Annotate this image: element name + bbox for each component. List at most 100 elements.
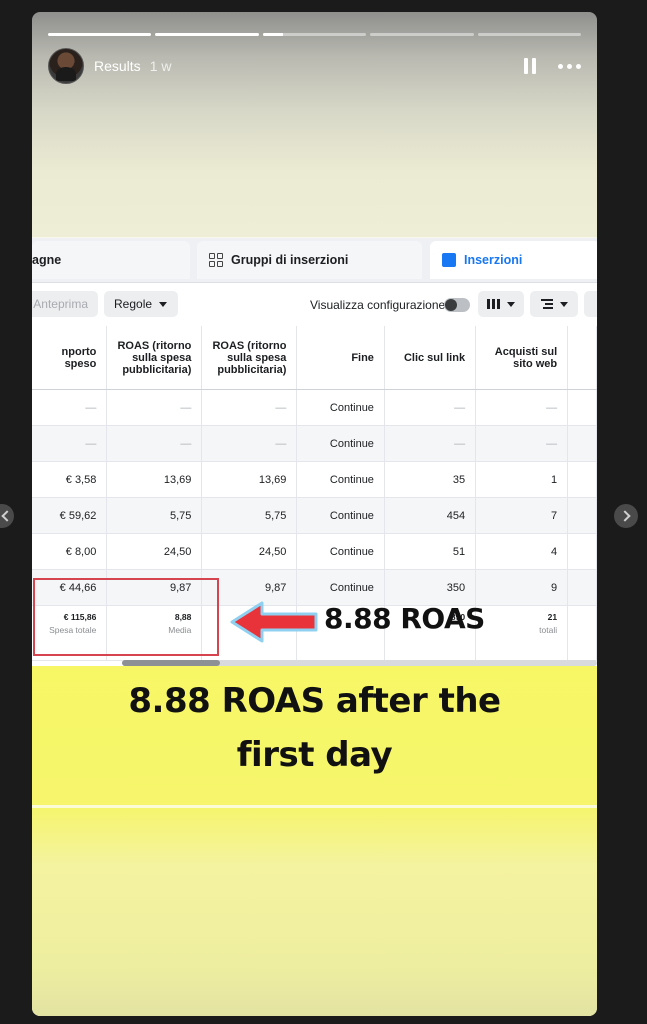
table-cell: € 8,00: [32, 533, 108, 570]
table-cell: 9: [475, 569, 569, 606]
total-label: totali: [539, 625, 558, 635]
table-cell: [567, 389, 597, 426]
breakdown-icon: [540, 299, 553, 309]
view-config-label: Visualizza configurazione: [310, 298, 446, 312]
table-cell: Continue: [296, 425, 385, 462]
total-value: 21: [547, 612, 558, 622]
column-header: Acquisti sul sito web: [475, 326, 569, 390]
tab-campaigns: agne: [32, 241, 190, 279]
totals-cell: [567, 605, 597, 661]
table-cell: [567, 425, 597, 462]
divider: [32, 805, 597, 808]
progress-segment: [262, 33, 367, 36]
previous-story-button[interactable]: [0, 504, 14, 528]
table-row: — — — Continue — —: [32, 389, 597, 426]
caption-text: 8.88 ROAS after the first day: [128, 681, 501, 775]
roas-callout: 8.88 ROAS: [324, 602, 485, 635]
column-header: Fine: [296, 326, 385, 390]
tab-label: Inserzioni: [464, 253, 523, 267]
chevron-down-icon: [159, 301, 168, 307]
table-cell: 35: [384, 461, 477, 498]
table-cell: Continue: [296, 497, 385, 534]
table-cell: 350: [384, 569, 477, 606]
arrow-left-icon: [230, 601, 318, 643]
more-options-icon[interactable]: [558, 58, 581, 75]
caption-panel: 8.88 ROAS after the first day: [32, 666, 597, 1016]
table-cell: —: [475, 425, 569, 462]
tab-label: Gruppi di inserzioni: [231, 253, 349, 267]
table-cell: 13,69: [201, 461, 298, 498]
table-cell: —: [106, 425, 203, 462]
progress-segment: [48, 33, 152, 36]
avatar[interactable]: [48, 48, 84, 84]
story-progress: [48, 33, 582, 36]
table-cell: —: [475, 389, 569, 426]
table-cell: 454: [384, 497, 477, 534]
table-cell: —: [201, 425, 298, 462]
column-header: Clic sul link: [384, 326, 477, 390]
tab-label: agne: [32, 253, 62, 267]
table-row: € 59,62 5,75 5,75 Continue 454 7: [32, 497, 597, 534]
table-cell: 5,75: [201, 497, 298, 534]
table-row: € 3,58 13,69 13,69 Continue 35 1: [32, 461, 597, 498]
story-header: Results 1 w: [48, 48, 581, 84]
table-cell: —: [32, 425, 108, 462]
table-cell: € 3,58: [32, 461, 108, 498]
user-name[interactable]: Results: [94, 58, 141, 74]
chevron-down-icon: [507, 301, 515, 307]
tab-ads: Inserzioni: [430, 241, 597, 279]
table-cell: 24,50: [201, 533, 298, 570]
tab-ad-sets: Gruppi di inserzioni: [197, 241, 422, 279]
column-header: ROAS (ritorno sulla spesa pubblicitaria): [201, 326, 298, 390]
table-cell: —: [384, 425, 477, 462]
totals-cell: 21 totali: [475, 605, 569, 661]
ads-toolbar: Anteprima Regole Visualizza configurazio…: [32, 284, 597, 324]
table-cell: —: [32, 389, 108, 426]
column-header: nporto speso: [32, 326, 108, 390]
time-ago: 1 w: [149, 58, 172, 74]
table-cell: 13,69: [106, 461, 203, 498]
preview-label: Anteprima: [33, 297, 88, 311]
toolbar-extra-button: [584, 291, 597, 317]
table-row: € 8,00 24,50 24,50 Continue 51 4: [32, 533, 597, 570]
table-cell: [567, 569, 597, 606]
rules-button: Regole: [104, 291, 178, 317]
view-config-toggle: [444, 298, 470, 312]
table-cell: [567, 461, 597, 498]
chevron-down-icon: [559, 301, 568, 307]
ads-tabs: agne Gruppi di inserzioni Inserzioni: [32, 238, 597, 283]
ads-icon: [442, 253, 456, 267]
columns-button: [478, 291, 524, 317]
table-row: — — — Continue — —: [32, 425, 597, 462]
table-cell: 7: [475, 497, 569, 534]
table-cell: 24,50: [106, 533, 203, 570]
table-cell: —: [106, 389, 203, 426]
highlight-box: [33, 578, 219, 656]
table-cell: 4: [475, 533, 569, 570]
preview-button: Anteprima: [32, 291, 98, 317]
table-cell: Continue: [296, 389, 385, 426]
table-cell: € 59,62: [32, 497, 108, 534]
next-story-button[interactable]: [614, 504, 638, 528]
ad-sets-icon: [209, 253, 223, 267]
pause-icon[interactable]: [524, 58, 536, 74]
progress-segment: [155, 33, 259, 36]
table-cell: —: [201, 389, 298, 426]
table-cell: —: [384, 389, 477, 426]
progress-segment: [477, 33, 582, 36]
rules-label: Regole: [114, 297, 153, 311]
story-card[interactable]: Results 1 w agne Gruppi di inserzioni In…: [32, 12, 597, 1016]
breakdown-button: [530, 291, 578, 317]
column-header: ROAS (ritorno sulla spesa pubblicitaria): [106, 326, 203, 390]
table-cell: Continue: [296, 461, 385, 498]
table-cell: [567, 533, 597, 570]
table-cell: 5,75: [106, 497, 203, 534]
progress-segment: [370, 33, 474, 36]
table-cell: 51: [384, 533, 477, 570]
table-cell: 1: [475, 461, 569, 498]
table-header-row: nporto speso ROAS (ritorno sulla spesa p…: [32, 326, 597, 390]
table-cell: Continue: [296, 533, 385, 570]
columns-icon: [487, 299, 500, 309]
column-header: [567, 326, 597, 390]
table-cell: [567, 497, 597, 534]
